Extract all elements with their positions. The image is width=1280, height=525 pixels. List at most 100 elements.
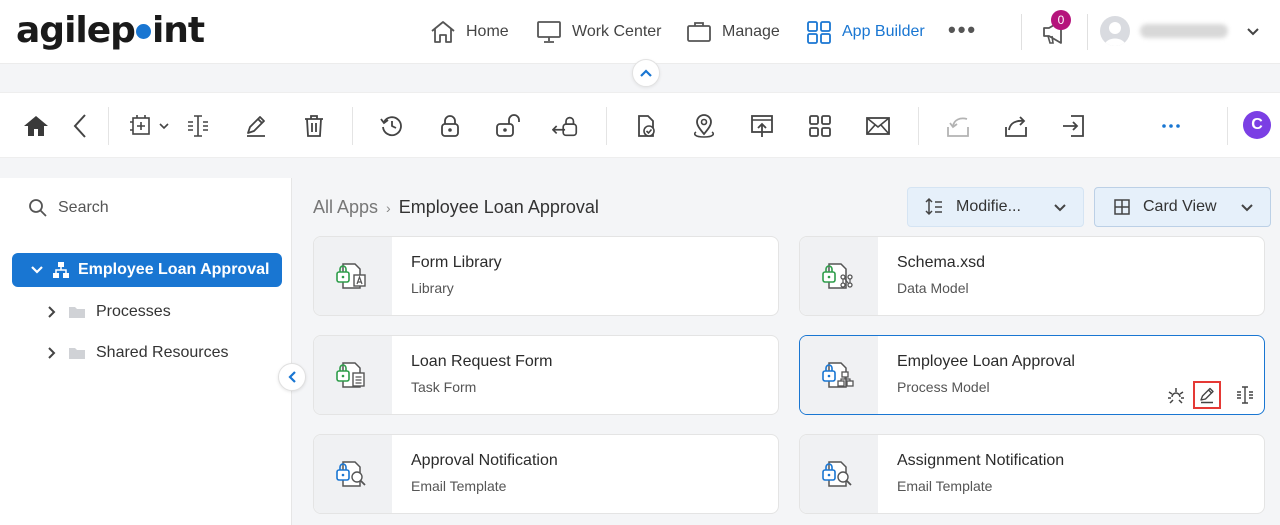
nav-home[interactable]: Home (430, 16, 509, 48)
briefcase-icon (687, 22, 711, 42)
search-icon (29, 199, 47, 217)
chevron-down-icon[interactable] (30, 263, 44, 277)
logo-dot (135, 24, 151, 39)
breadcrumb: All Apps › Employee Loan Approval (313, 197, 599, 218)
card-title: Approval Notification (411, 452, 558, 469)
tree-item-shared-resources[interactable]: Shared Resources (46, 344, 229, 362)
card-icon-area (314, 435, 392, 513)
history-button[interactable] (378, 112, 406, 140)
email-button[interactable] (864, 112, 892, 140)
chevron-down-icon (1241, 204, 1253, 212)
sort-label: Modifie... (956, 198, 1021, 215)
card-icon-area (800, 336, 878, 414)
toolbar-divider (1227, 107, 1228, 145)
nav-work-center-label: Work Center (572, 23, 662, 40)
agilepoint-logo[interactable]: agilep int (16, 10, 205, 51)
more-toolbar-button[interactable] (1157, 112, 1185, 140)
migrate-button[interactable] (1060, 112, 1088, 140)
lock-icon (441, 115, 459, 137)
app-card-form-library[interactable]: Form Library Library (313, 236, 779, 316)
breadcrumb-separator: › (386, 199, 391, 216)
grid-icon (807, 21, 831, 44)
c-button[interactable]: C (1243, 111, 1271, 139)
tree-item-label: Shared Resources (96, 344, 229, 361)
import-icon (947, 117, 969, 137)
header-divider (1087, 14, 1088, 50)
properties-button[interactable] (1231, 381, 1259, 409)
file-check-icon (638, 115, 655, 137)
bug-icon (1168, 388, 1184, 404)
breadcrumb-all-apps[interactable]: All Apps (313, 197, 378, 218)
search-placeholder: Search (58, 199, 109, 216)
avatar[interactable] (1100, 16, 1130, 46)
edit-button[interactable] (242, 112, 270, 140)
email-template-icon (822, 461, 852, 487)
logo-text-left: agilep (16, 10, 136, 51)
apps-grid-icon (809, 115, 831, 137)
delete-button[interactable] (300, 112, 328, 140)
home-filled-icon (24, 116, 48, 136)
edit-process-button[interactable] (1193, 381, 1221, 409)
more-nav-button[interactable]: ••• (948, 17, 977, 43)
toolbar-divider (918, 107, 919, 145)
properties-icon (188, 115, 208, 137)
task-form-icon (336, 362, 365, 388)
add-dropdown-button[interactable] (128, 112, 174, 140)
publish-button[interactable] (632, 112, 660, 140)
app-card-loan-request-form[interactable]: Loan Request Form Task Form (313, 335, 779, 415)
home-button[interactable] (22, 112, 50, 140)
app-card-employee-loan-approval[interactable]: Employee Loan Approval Process Model (799, 335, 1265, 415)
folder-icon (69, 307, 85, 318)
card-title: Loan Request Form (411, 353, 553, 370)
check-out-button[interactable] (436, 112, 464, 140)
toolbar-divider (606, 107, 607, 145)
app-card-approval-notification[interactable]: Approval Notification Email Template (313, 434, 779, 514)
chevron-right-icon[interactable] (46, 346, 58, 360)
process-model-icon (822, 362, 854, 388)
app-header: agilep int Home Work Center Manage App Bu… (0, 0, 1280, 64)
app-card-schema[interactable]: Schema.xsd Data Model (799, 236, 1265, 316)
nav-app-builder[interactable]: App Builder (806, 16, 925, 48)
header-divider (1021, 14, 1022, 50)
monitor-icon (537, 21, 561, 43)
user-icon (1104, 22, 1126, 46)
deploy-button[interactable] (748, 112, 776, 140)
nav-home-label: Home (466, 23, 509, 40)
card-icon-area (314, 237, 392, 315)
card-title: Employee Loan Approval (897, 353, 1075, 370)
toolbar-divider (352, 107, 353, 145)
location-pin-icon (693, 114, 715, 138)
undo-check-out-button[interactable] (552, 112, 580, 140)
back-button[interactable] (66, 112, 94, 140)
search-input[interactable]: Search (28, 198, 109, 218)
debug-button[interactable] (1162, 381, 1190, 409)
lock-transfer-icon (552, 116, 578, 137)
properties-button[interactable] (184, 112, 212, 140)
apps-button[interactable] (806, 112, 834, 140)
card-icon-area (800, 435, 878, 513)
card-subtitle: Email Template (411, 478, 507, 494)
nav-manage[interactable]: Manage (686, 16, 780, 48)
chevron-right-icon[interactable] (46, 305, 58, 319)
toolbar-divider (108, 107, 109, 145)
collapse-header-button[interactable] (632, 59, 660, 87)
import-button[interactable] (944, 112, 972, 140)
tree-item-employee-loan-approval[interactable]: Employee Loan Approval (12, 253, 282, 287)
app-card-assignment-notification[interactable]: Assignment Notification Email Template (799, 434, 1265, 514)
card-icon-area (800, 237, 878, 315)
export-button[interactable] (1002, 112, 1030, 140)
chevron-down-icon[interactable] (1245, 24, 1261, 40)
collapse-sidebar-button[interactable] (278, 363, 306, 391)
sort-dropdown[interactable]: Modifie... (907, 187, 1084, 227)
tree-root-label: Employee Loan Approval (78, 261, 270, 278)
check-in-button[interactable] (494, 112, 522, 140)
view-dropdown[interactable]: Card View (1094, 187, 1271, 227)
tree-item-label: Processes (96, 303, 171, 320)
history-icon (380, 116, 402, 137)
nav-work-center[interactable]: Work Center (536, 16, 662, 48)
hierarchy-icon (53, 262, 69, 278)
notification-badge: 0 (1051, 10, 1071, 30)
tree-item-processes[interactable]: Processes (46, 303, 171, 321)
app-toolbar (0, 92, 1280, 158)
location-button[interactable] (690, 112, 718, 140)
